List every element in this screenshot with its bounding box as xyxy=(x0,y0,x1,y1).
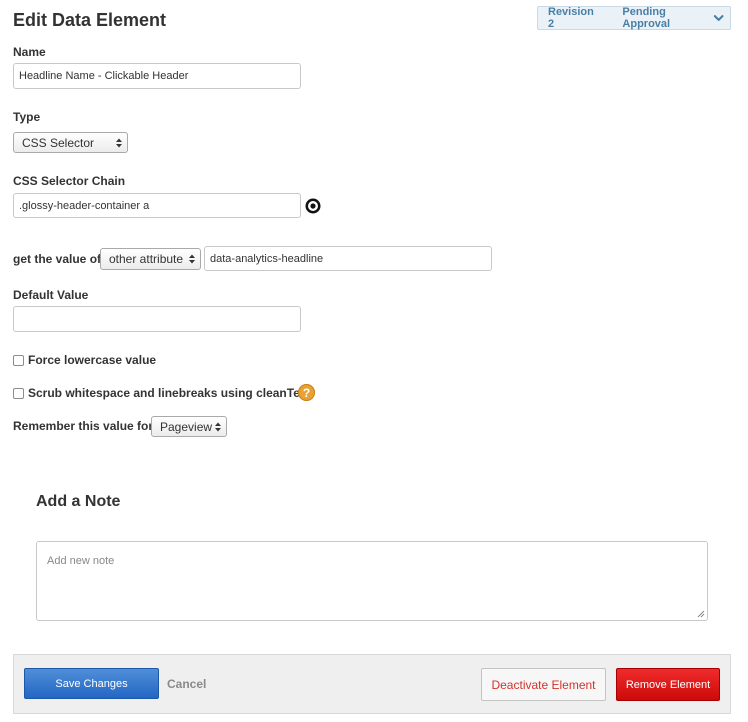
revision-label: Revision 2 xyxy=(548,6,594,30)
page-title: Edit Data Element xyxy=(13,10,167,30)
type-label: Type xyxy=(13,110,41,124)
type-select-value: CSS Selector xyxy=(22,135,95,150)
attribute-name-value: data-analytics-headline xyxy=(210,252,324,265)
remove-element-button[interactable]: Remove Element xyxy=(616,668,720,701)
select-arrows-icon xyxy=(189,254,195,264)
css-selector-input[interactable]: .glossy-header-container a xyxy=(13,193,301,218)
remember-select-value: Pageview xyxy=(160,419,213,434)
attribute-name-input[interactable]: data-analytics-headline xyxy=(204,246,492,271)
deactivate-element-button[interactable]: Deactivate Element xyxy=(481,668,606,701)
add-note-heading: Add a Note xyxy=(36,493,121,510)
select-arrows-icon xyxy=(116,138,122,147)
scrub-whitespace-checkbox[interactable] xyxy=(13,388,24,399)
note-textarea[interactable]: Add new note xyxy=(36,541,708,621)
approval-status: Pending Approval xyxy=(622,6,671,30)
force-lowercase-checkbox[interactable] xyxy=(13,355,24,366)
target-icon[interactable] xyxy=(304,197,322,215)
remember-label: Remember this value for xyxy=(13,419,154,433)
css-selector-label: CSS Selector Chain xyxy=(13,174,126,188)
get-value-label: get the value of xyxy=(13,252,102,266)
help-icon-glyph: ? xyxy=(302,385,311,400)
default-value-input[interactable] xyxy=(13,306,301,332)
cancel-button[interactable]: Cancel xyxy=(167,668,206,699)
type-select[interactable]: CSS Selector xyxy=(13,132,128,153)
revision-status-bar[interactable]: Revision 2 Pending Approval xyxy=(537,6,731,30)
scrub-whitespace-label: Scrub whitespace and linebreaks using cl… xyxy=(28,386,311,400)
name-input[interactable]: Headline Name - Clickable Header xyxy=(13,63,301,89)
name-label: Name xyxy=(13,45,46,59)
name-input-value: Headline Name - Clickable Header xyxy=(19,70,189,82)
note-placeholder: Add new note xyxy=(47,555,115,567)
css-selector-value: .glossy-header-container a xyxy=(19,199,150,212)
get-value-select-value: other attribute xyxy=(109,252,184,266)
remember-select[interactable]: Pageview xyxy=(151,416,227,437)
help-icon[interactable]: ? xyxy=(298,384,315,401)
chevron-down-icon[interactable] xyxy=(712,11,725,25)
select-arrows-icon xyxy=(215,422,221,431)
force-lowercase-label: Force lowercase value xyxy=(28,353,157,367)
get-value-select[interactable]: other attribute xyxy=(100,248,201,270)
default-value-label: Default Value xyxy=(13,288,89,302)
save-changes-button[interactable]: Save Changes xyxy=(24,668,159,699)
resize-handle-icon[interactable] xyxy=(697,610,705,618)
footer-action-bar: Save Changes Cancel Deactivate Element R… xyxy=(13,654,731,714)
